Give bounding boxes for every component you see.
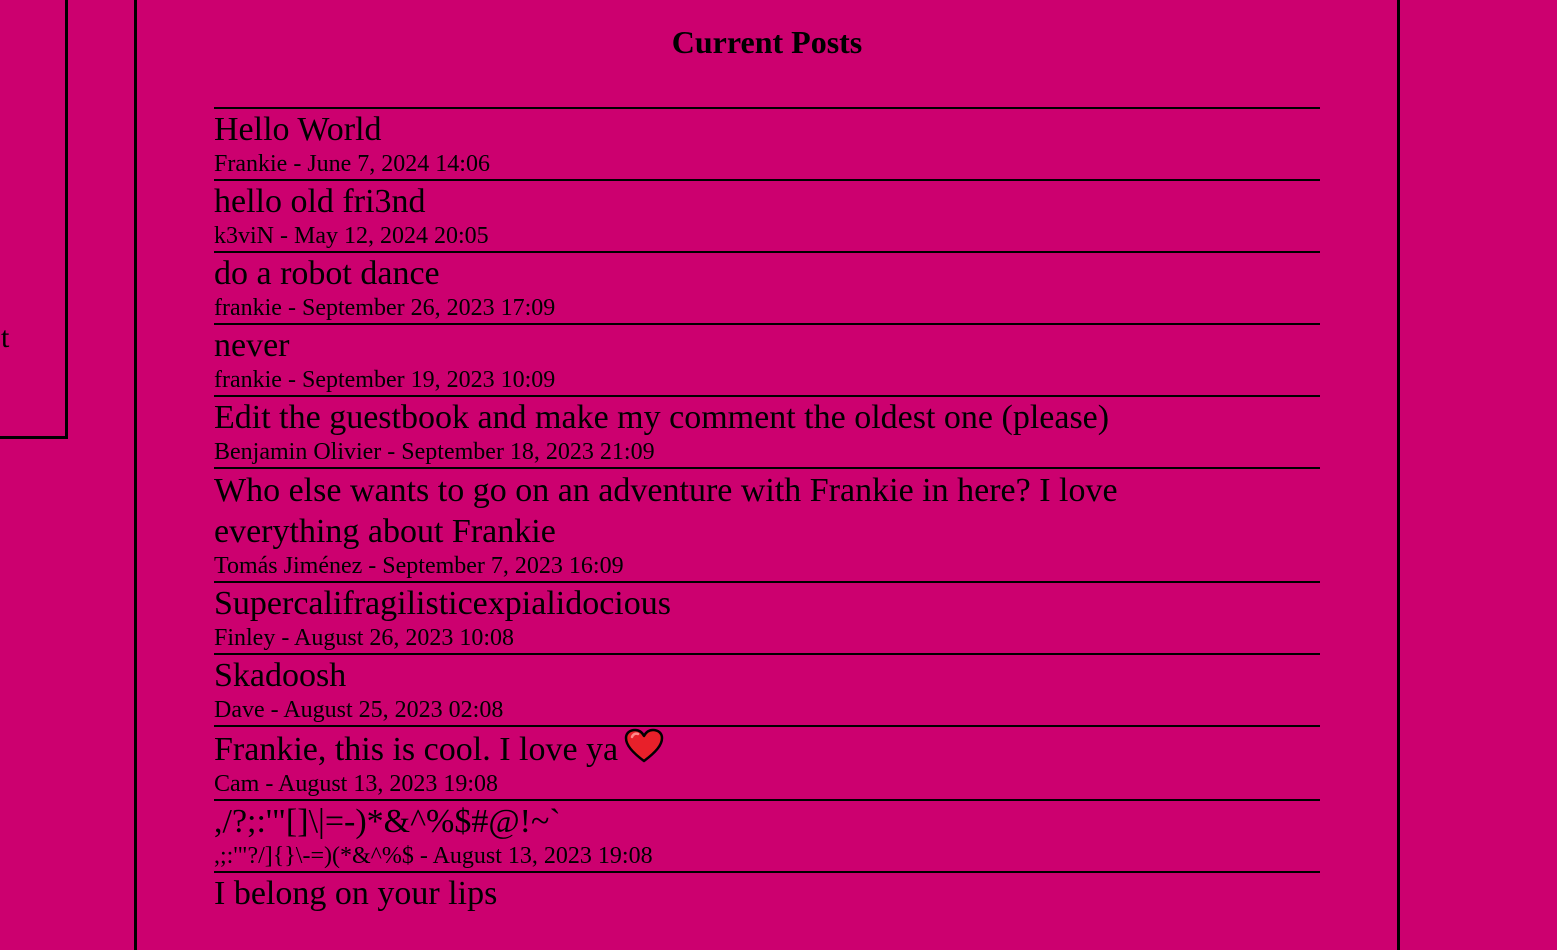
post-text: Hello World [214,111,382,148]
post-author: ,;:'"?/]{}\-=)(*&^%$ [214,843,414,869]
post-date: September 19, 2023 10:09 [301,367,556,393]
post-text: never [214,327,290,364]
post-text: Frankie, this is cool. I love ya [214,731,619,768]
post-meta: Cam - August 13, 2023 19:08 [214,771,499,797]
post-date: August 25, 2023 02:08 [283,697,504,723]
post-date: September 7, 2023 16:09 [382,553,624,579]
post-item: hello old fri3nd k3viN - May 12, 2024 20… [214,179,1320,251]
post-item: Edit the guestbook and make my comment t… [214,395,1320,467]
post-meta: Benjamin Olivier - September 18, 2023 21… [214,439,655,465]
post-author: frankie [214,295,282,321]
post-meta: k3viN - May 12, 2024 20:05 [214,223,489,249]
post-item: Frankie, this is cool. I love ya Cam - A… [214,725,1320,799]
post-date: June 7, 2024 14:06 [307,151,490,177]
post-date: August 13, 2023 19:08 [278,771,499,797]
post-author: Frankie [214,151,288,177]
post-item: I belong on your lips [214,871,1320,914]
post-text: Who else wants to go on an adventure wit… [214,472,1118,550]
post-text: ,/?;:'"[]\|=-)*&^%$#@!~` [214,803,561,840]
post-meta: Tomás Jiménez - September 7, 2023 16:09 [214,553,624,579]
post-author: k3viN [214,223,274,249]
post-date: September 18, 2023 21:09 [401,439,655,465]
post-author: Tomás Jiménez [214,553,363,579]
post-author: Cam [214,771,260,797]
post-author: Dave [214,697,265,723]
post-date: September 26, 2023 17:09 [301,295,556,321]
post-item: Who else wants to go on an adventure wit… [214,467,1320,581]
post-list: Hello World Frankie - June 7, 2024 14:06… [214,107,1320,914]
post-text: Skadoosh [214,657,347,694]
post-date: August 26, 2023 10:08 [294,625,515,651]
post-meta: Dave - August 25, 2023 02:08 [214,697,504,723]
post-date: August 13, 2023 19:08 [432,843,653,869]
page-title: Current Posts [671,24,863,60]
post-item: Skadoosh Dave - August 25, 2023 02:08 [214,653,1320,725]
side-panel-text: t [1,321,10,354]
post-meta: Frankie - June 7, 2024 14:06 [214,151,490,177]
post-item: never frankie - September 19, 2023 10:09 [214,323,1320,395]
post-text: I belong on your lips [214,875,498,912]
post-item: ,/?;:'"[]\|=-)*&^%$#@!~` ,;:'"?/]{}\-=)(… [214,799,1320,871]
post-text: do a robot dance [214,255,440,292]
side-panel: t [0,0,68,439]
guestbook-panel: Current Posts Hello World Frankie - June… [134,0,1400,950]
post-item: do a robot dance frankie - September 26,… [214,251,1320,323]
post-text-with-emoji: Frankie, this is cool. I love ya [214,727,1320,770]
post-author: Finley [214,625,276,651]
post-text: hello old fri3nd [214,183,426,220]
post-meta: Finley - August 26, 2023 10:08 [214,625,515,651]
post-meta: ,;:'"?/]{}\-=)(*&^%$ - August 13, 2023 1… [214,843,653,869]
post-text: Edit the guestbook and make my comment t… [214,399,1110,436]
post-author: Benjamin Olivier [214,439,382,465]
post-meta: frankie - September 19, 2023 10:09 [214,367,556,393]
post-author: frankie [214,367,282,393]
post-item: Supercalifragilisticexpialidocious Finle… [214,581,1320,653]
heart-icon [624,728,664,763]
post-date: May 12, 2024 20:05 [294,223,489,249]
post-item: Hello World Frankie - June 7, 2024 14:06 [214,107,1320,179]
post-text: Supercalifragilisticexpialidocious [214,585,671,622]
post-meta: frankie - September 26, 2023 17:09 [214,295,556,321]
